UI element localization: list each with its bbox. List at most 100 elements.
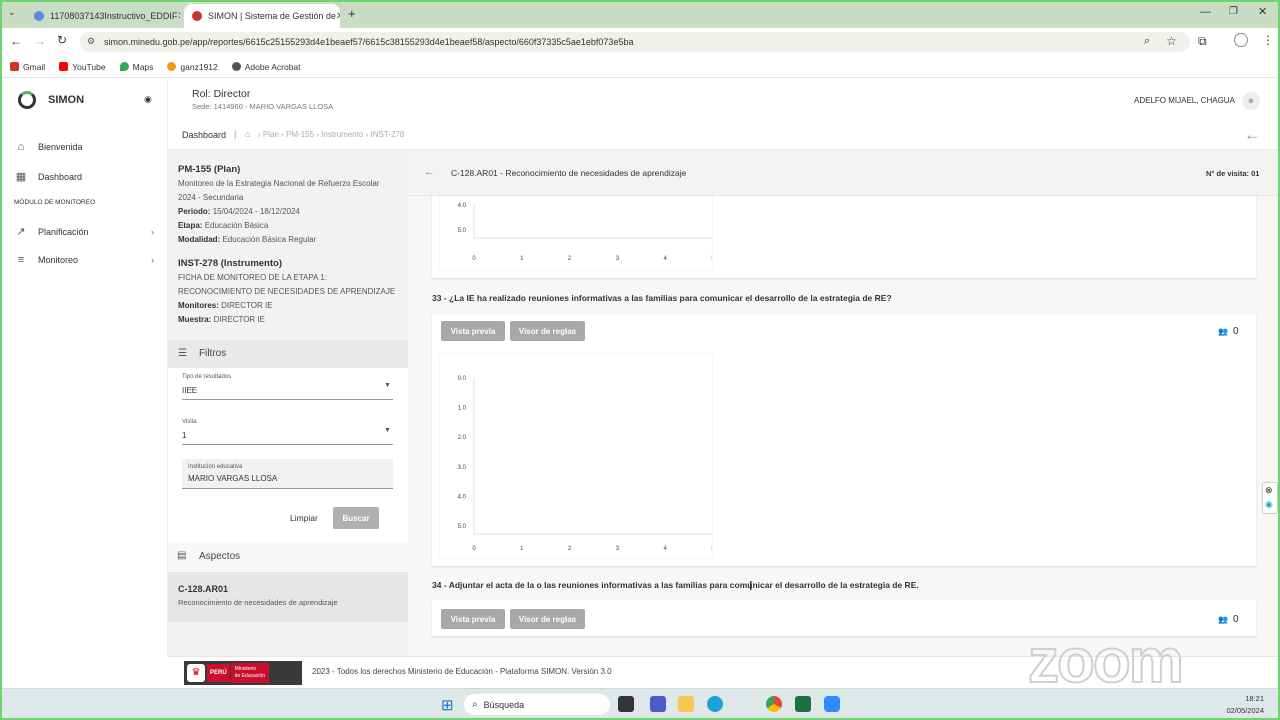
sidebar-item-monitoreo[interactable]: ≡ Monitoreo › [14,254,154,266]
clock-time: 18:21 [1245,694,1264,703]
text-cursor-icon: I [749,578,753,593]
excel-icon[interactable] [795,696,811,712]
close-tab-icon[interactable]: ✕ [177,11,180,22]
new-tab-button[interactable]: + [348,6,356,21]
task-view-icon[interactable] [618,696,634,712]
field-label: Visita [182,419,197,425]
field-label: Institución educativa [188,464,243,470]
windows-taskbar: ⊞ ⌕ Búsqueda 18:21 02/05/2024 [0,688,1280,720]
taskbar-search[interactable]: ⌕ Búsqueda [464,694,610,715]
side-widget[interactable]: ⊗ ◉ [1262,482,1278,514]
bookmark-maps[interactable]: Maps [119,62,153,72]
x-tick-label: 4 [664,256,668,262]
instrument-desc-2: RECONOCIMIENTO DE NECESIDADES DE APRENDI… [178,287,396,296]
minedu-logo: ♛ PERÚ Ministerio de Educación [184,661,302,685]
tab-list-chevron-icon[interactable]: ⌄ [8,7,16,18]
instrument-info: INST-278 (Instrumento) FICHA DE MONITORE… [178,258,403,327]
breadcrumb-plan[interactable]: Plan [263,130,279,139]
forward-arrow-icon[interactable]: → [34,34,46,48]
response-count: 0 [1233,326,1239,337]
institucion-field[interactable]: Institución educativa MARIO VARGAS LLOSA [182,459,393,489]
sidebar-item-bienvenida[interactable]: ⌂ Bienvenida [14,141,154,153]
edge-icon[interactable] [707,696,723,712]
search-button[interactable]: Buscar [333,507,379,529]
filters-body: Tipo de resultados IIEE ▼ Visita 1 ▼ Ins… [168,368,408,542]
windows-start-icon[interactable]: ⊞ [441,696,454,714]
user-avatar-icon[interactable]: ● [1242,92,1260,110]
aspect-title: C-128.AR01 - Reconocimiento de necesidad… [451,168,687,178]
footer-text: 2023 - Todos los derechos Ministerio de … [312,667,612,676]
zoom-app-icon[interactable] [824,696,840,712]
back-arrow-icon[interactable]: ← [1244,125,1261,145]
question-card-33: Vista previa Visor de reglas 👥 0 0123450… [432,314,1256,566]
search-icon: ⌕ [472,699,478,710]
sidebar-item-planificacion[interactable]: ↗ Planificación › [14,225,154,238]
record-icon[interactable]: ◉ [1265,499,1273,510]
plan-modalidad: Modalidad: Educación Básica Regular [178,235,317,244]
restore-icon[interactable]: ❐ [1229,6,1238,17]
close-window-icon[interactable]: ✕ [1258,5,1267,18]
bookmark-adobe-acrobat[interactable]: Adobe Acrobat [231,62,301,72]
file-explorer-icon[interactable] [678,696,694,712]
x-tick-label: 1 [520,546,524,552]
browser-menu-icon[interactable]: ⋮ [1262,33,1274,47]
bookmark-star-icon[interactable]: ☆ [1166,34,1177,48]
breadcrumb-dashboard[interactable]: Dashboard [182,130,226,140]
minimize-icon[interactable]: — [1200,6,1211,18]
back-arrow-icon[interactable]: ← [424,166,435,178]
visit-number: N° de visita: 01 [1206,169,1260,178]
bookmark-gmail[interactable]: Gmail [10,62,45,72]
preview-button[interactable]: Vista previa [441,321,505,341]
trend-icon: ↗ [16,226,26,238]
chart-svg: 0 1 2 3 4 5 0.0 1.0 2.0 3.0 4.0 5.0 [458,376,716,552]
shield-icon: ♛ [187,664,205,682]
tipo-resultados-select[interactable]: Tipo de resultados IIEE ▼ [182,374,393,400]
teams-icon[interactable] [650,696,666,712]
bookmark-favicon-icon [167,62,177,71]
list-icon: ≡ [17,254,25,266]
address-bar[interactable]: ⚙ simon.minedu.gob.pe/app/reportes/6615c… [80,32,1190,52]
site-info-icon[interactable]: ⚙ [87,36,95,47]
clear-button[interactable]: Limpiar [290,513,318,523]
y-tick-label: 5.0 [458,524,467,530]
bookmark-ganz1912[interactable]: ganz1912 [167,62,218,72]
reload-icon[interactable]: ↻ [57,33,67,47]
rules-viewer-button[interactable]: Visor de reglas [510,609,585,629]
x-tick-label: 4 [664,546,668,552]
browser-tab-instructivo[interactable]: 11708037143Instructivo_EDDIF ✕ [26,4,180,28]
app-name: SIMON [48,94,85,106]
breadcrumb-instrumento[interactable]: Instrumento [321,130,363,139]
chrome-icon[interactable] [766,696,782,712]
close-circle-icon[interactable]: ⊗ [1265,485,1273,496]
tab-title: 11708037143Instructivo_EDDIF [50,11,178,21]
back-arrow-icon[interactable]: ← [10,34,22,48]
breadcrumb-inst278[interactable]: INST-278 [371,130,405,139]
close-tab-icon[interactable]: ✕ [336,11,340,22]
home-icon: ⌂ [17,141,25,153]
x-tick-label: 0 [472,256,476,262]
user-name[interactable]: ADELFO MIJAEL, CHAGUA [1134,96,1235,105]
filters-header[interactable]: ☰ Filtros [168,340,408,368]
preview-button[interactable]: Vista previa [441,609,505,629]
browser-tab-simon[interactable]: SIMON | Sistema de Gestión de ✕ [184,4,340,28]
chevron-right-icon: › [151,226,154,237]
visita-select[interactable]: Visita 1 ▼ [182,419,393,445]
profile-avatar-icon[interactable] [1234,33,1248,47]
home-icon[interactable]: ⌂ [245,129,250,139]
people-icon: 👥 [1218,615,1228,624]
bookmark-youtube[interactable]: YouTube [59,62,106,72]
zoom-magnifier-icon[interactable]: ⌕ [1144,35,1150,48]
breadcrumb-pm155[interactable]: PM-155 [286,130,314,139]
role-label: Rol: Director [192,88,251,100]
sidebar-toggle-icon[interactable]: ◉ [144,94,152,105]
aspect-code: C-128.AR01 [178,584,229,594]
grid-icon: ▦ [15,171,27,183]
aspect-item[interactable]: C-128.AR01 Reconocimiento de necesidades… [168,572,408,622]
breadcrumb: Dashboard | ⌂ › Plan › PM-155 › Instrume… [168,122,1280,150]
extensions-icon[interactable]: ⧉ [1198,34,1207,49]
x-tick-label: 2 [568,546,572,552]
results-area[interactable]: 0 1 2 3 4 5 4.0 5.0 33 - ¿La IE ha realizado re… [408,196,1280,656]
rules-viewer-button[interactable]: Visor de reglas [510,321,585,341]
sidebar-section-label: MÓDULO DE MONITOREO [14,199,96,206]
sidebar-item-dashboard[interactable]: ▦ Dashboard [14,170,154,183]
